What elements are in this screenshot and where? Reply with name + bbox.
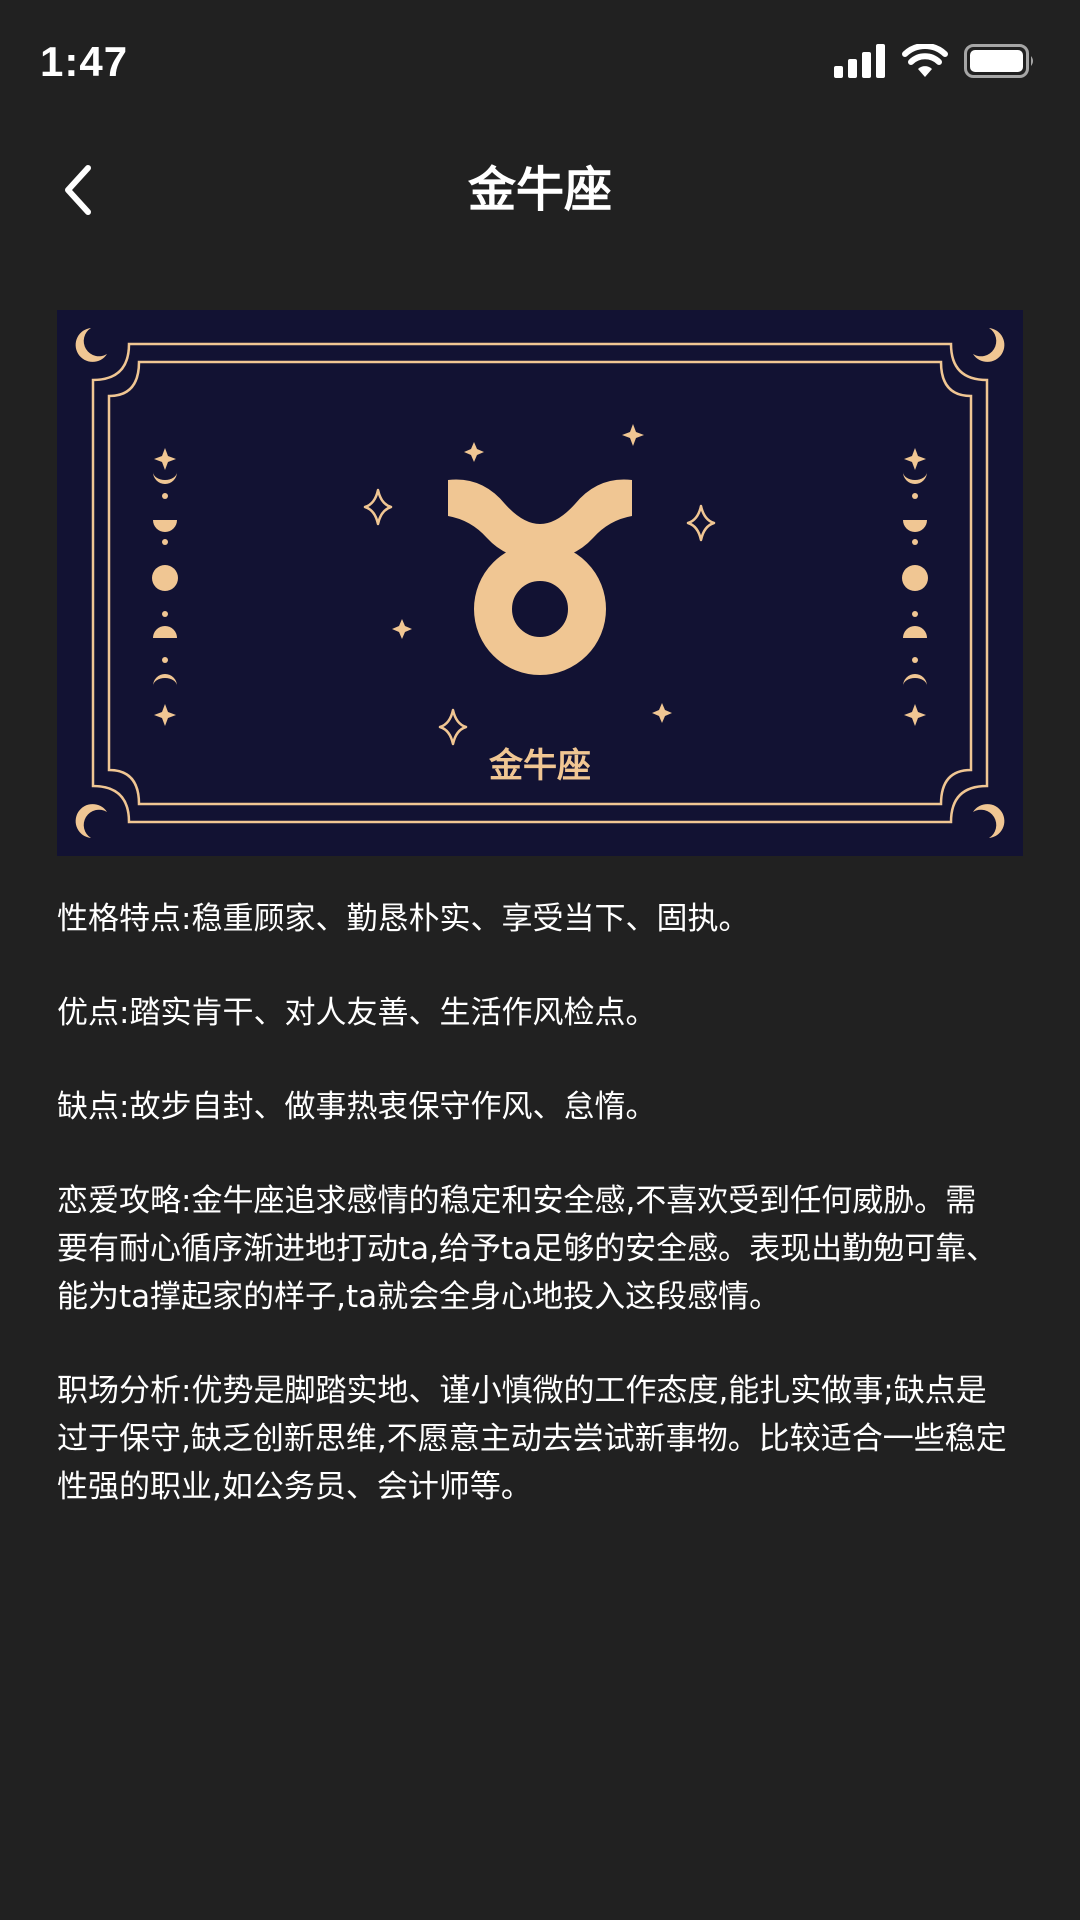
- battery-icon: [964, 44, 1033, 78]
- status-icons: [834, 44, 1036, 78]
- cellular-signal-icon: [834, 44, 885, 78]
- love-strategy-paragraph: 恋爱攻略:金牛座追求感情的稳定和安全感,不喜欢受到任何威胁。需要有耐心循序渐进地…: [57, 1183, 998, 1315]
- description-content: 性格特点:稳重顾家、勤恳朴实、享受当下、固执。 优点:踏实肯干、对人友善、生活作…: [57, 895, 1007, 1557]
- zodiac-banner: 金牛座: [57, 310, 1023, 856]
- personality-paragraph: 性格特点:稳重顾家、勤恳朴实、享受当下、固执。: [57, 901, 750, 937]
- strengths-paragraph: 优点:踏实肯干、对人友善、生活作风检点。: [57, 995, 657, 1031]
- wifi-icon: [902, 44, 948, 77]
- status-time: 1:47: [40, 38, 129, 85]
- weaknesses-paragraph: 缺点:故步自封、做事热衷保守作风、怠惰。: [57, 1089, 657, 1125]
- status-bar: 1:47: [0, 0, 1080, 130]
- page-title: 金牛座: [467, 162, 612, 218]
- career-analysis-paragraph: 职场分析:优势是脚踏实地、谨小慎微的工作态度,能扎实做事;缺点是过于保守,缺乏创…: [57, 1373, 1007, 1505]
- taurus-symbol-icon: [448, 479, 632, 675]
- banner-label: 金牛座: [489, 746, 591, 786]
- nav-bar: 金牛座: [0, 130, 1080, 250]
